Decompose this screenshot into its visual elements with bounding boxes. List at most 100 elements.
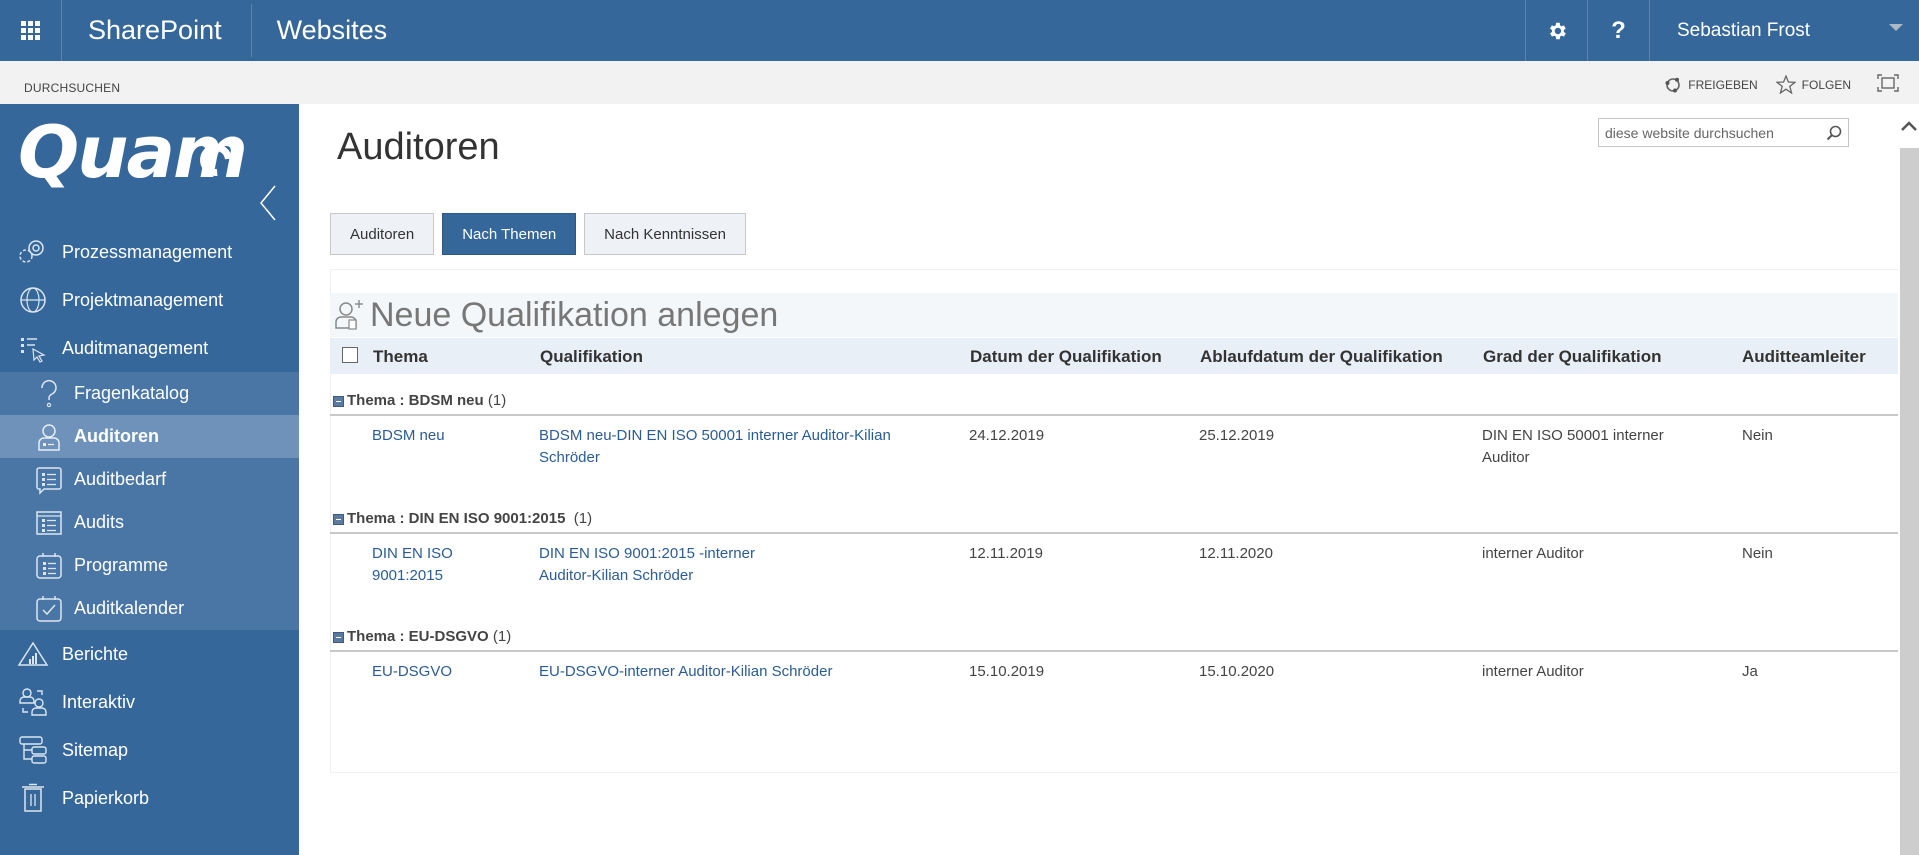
nav-label: Programme (74, 555, 169, 575)
group-label: Thema : DIN EN ISO 9001:2015 (347, 510, 570, 527)
sites-link[interactable]: Websites (252, 0, 1525, 61)
grad-cell: DIN EN ISO 50001 interner Auditor (1482, 427, 1664, 466)
caret-down-icon (1889, 24, 1903, 31)
search-icon (1826, 125, 1842, 140)
group-label: Thema : BDSM neu (347, 392, 484, 409)
share-icon (1665, 77, 1681, 92)
ablaufdatum-cell: 15.10.2020 (1199, 663, 1275, 680)
group-header: Thema : BDSM neu (1) (330, 382, 1900, 416)
column-header-ablaufdatum[interactable]: Ablaufdatum der Qualifikation (1200, 347, 1443, 367)
share-button[interactable]: FREIGEBEN (1664, 76, 1758, 94)
calendar-check-icon (34, 593, 64, 625)
group-count: (1) (487, 392, 507, 409)
qualifications-table: Thema Qualifikation Datum der Qualifikat… (330, 338, 1900, 690)
collapse-group-icon[interactable] (333, 632, 344, 643)
calendar-list-icon (34, 550, 64, 582)
nav-label: Audits (74, 512, 125, 532)
qualifikation-link[interactable]: BDSM neu-DIN EN ISO 50001 interner Audit… (539, 425, 939, 469)
site-search (1598, 118, 1849, 147)
share-label: FREIGEBEN (1688, 77, 1758, 92)
table-row: BDSM neu BDSM neu-DIN EN ISO 50001 inter… (330, 416, 1900, 500)
list-cursor-icon (16, 332, 50, 364)
qualifikation-link[interactable]: DIN EN ISO 9001:2015 -interner Auditor-K… (539, 543, 789, 587)
user-menu[interactable]: Sebastian Frost (1649, 0, 1919, 61)
datum-cell: 24.12.2019 (969, 427, 1045, 444)
thema-link[interactable]: EU-DSGVO (372, 661, 452, 683)
nav-label: Auditoren (74, 426, 159, 446)
user-name: Sebastian Frost (1677, 19, 1811, 41)
nav-item-berichte[interactable]: Berichte (0, 630, 299, 678)
qualifikation-link[interactable]: EU-DSGVO-interner Auditor-Kilian Schröde… (539, 661, 832, 683)
nav-item-sitemap[interactable]: Sitemap (0, 726, 299, 774)
focus-content-button[interactable] (1877, 74, 1899, 95)
trash-icon (16, 782, 50, 814)
auditmanagement-subnav: Fragenkatalog Auditoren Auditbedarf Audi… (0, 372, 299, 630)
table-row: EU-DSGVO EU-DSGVO-interner Auditor-Kilia… (330, 652, 1900, 690)
browse-tab[interactable]: DURCHSUCHEN (24, 81, 120, 95)
collapse-group-icon[interactable] (333, 514, 344, 525)
app-launcher-button[interactable] (0, 0, 62, 61)
tab-nach-kenntnissen[interactable]: Nach Kenntnissen (584, 213, 746, 255)
column-header-auditteamleiter[interactable]: Auditteamleiter (1742, 347, 1866, 367)
nav-item-papierkorb[interactable]: Papierkorb (0, 774, 299, 822)
search-button[interactable] (1820, 125, 1848, 141)
collapse-group-icon[interactable] (333, 396, 344, 407)
table-header: Thema Qualifikation Datum der Qualifikat… (330, 338, 1900, 374)
list-speech-icon (34, 464, 64, 496)
nav-item-prozessmanagement[interactable]: Prozessmanagement (0, 228, 299, 276)
people-exchange-icon (16, 686, 50, 718)
select-all-checkbox[interactable] (342, 347, 358, 363)
nav-item-programme[interactable]: Programme (0, 544, 299, 587)
scroll-up-icon[interactable] (1901, 118, 1917, 136)
nav-item-projektmanagement[interactable]: Projektmanagement (0, 276, 299, 324)
group-header: Thema : EU-DSGVO (1) (330, 618, 1900, 652)
column-header-grad[interactable]: Grad der Qualifikation (1483, 347, 1662, 367)
settings-button[interactable] (1525, 0, 1587, 61)
nav-label: Berichte (62, 643, 129, 664)
tab-nach-themen[interactable]: Nach Themen (442, 213, 577, 255)
main-content: Auditoren Auditoren Nach Themen Nach Ken… (299, 104, 1900, 855)
follow-button[interactable]: FOLGEN (1775, 75, 1851, 94)
group-count: (1) (573, 510, 593, 527)
nav-item-fragenkatalog[interactable]: Fragenkatalog (0, 372, 299, 415)
thema-link[interactable]: DIN EN ISO 9001:2015 (372, 543, 482, 587)
brand-label[interactable]: SharePoint (62, 4, 252, 57)
star-icon (1775, 75, 1796, 94)
nav-item-auditmanagement[interactable]: Auditmanagement (0, 324, 299, 372)
nav-item-auditbedarf[interactable]: Auditbedarf (0, 458, 299, 501)
tab-auditoren[interactable]: Auditoren (330, 213, 435, 255)
chart-triangle-icon (16, 638, 50, 670)
help-button[interactable]: ? (1587, 0, 1649, 61)
nav-label: Sitemap (62, 739, 129, 760)
datum-cell: 12.11.2019 (969, 545, 1043, 562)
nav-label: Papierkorb (62, 787, 150, 808)
scrollbar-thumb[interactable] (1900, 148, 1919, 855)
nav-label: Auditmanagement (62, 337, 209, 358)
ablaufdatum-cell: 12.11.2020 (1199, 545, 1273, 562)
column-header-datum[interactable]: Datum der Qualifikation (970, 347, 1162, 367)
grad-cell: interner Auditor (1482, 545, 1584, 562)
globe-icon (16, 284, 50, 316)
new-qualification-label: Neue Qualifikation anlegen (370, 295, 779, 334)
grad-cell: interner Auditor (1482, 663, 1584, 680)
view-tabs: Auditoren Nach Themen Nach Kenntnissen (330, 213, 754, 255)
search-input[interactable] (1599, 119, 1820, 146)
chevron-left-icon (260, 185, 276, 221)
thema-link[interactable]: BDSM neu (372, 425, 445, 447)
collapse-nav-button[interactable] (258, 184, 278, 227)
person-badge-icon (34, 421, 64, 453)
datum-cell: 15.10.2019 (969, 663, 1045, 680)
nav-item-auditoren[interactable]: Auditoren (0, 415, 299, 458)
vertical-scrollbar[interactable] (1898, 104, 1919, 855)
column-header-qualifikation[interactable]: Qualifikation (540, 347, 643, 367)
ribbon-bar: DURCHSUCHEN FREIGEBEN FOLGEN (0, 61, 1919, 104)
nav-item-audits[interactable]: Audits (0, 501, 299, 544)
column-header-thema[interactable]: Thema (373, 347, 428, 367)
fullscreen-icon (1877, 74, 1899, 92)
gears-icon (16, 236, 50, 268)
follow-label: FOLGEN (1801, 77, 1851, 92)
nav-item-auditkalender[interactable]: Auditkalender (0, 587, 299, 630)
nav-item-interaktiv[interactable]: Interaktiv (0, 678, 299, 726)
table-row: DIN EN ISO 9001:2015 DIN EN ISO 9001:201… (330, 534, 1900, 618)
new-qualification-link[interactable]: Neue Qualifikation anlegen (330, 293, 1899, 337)
